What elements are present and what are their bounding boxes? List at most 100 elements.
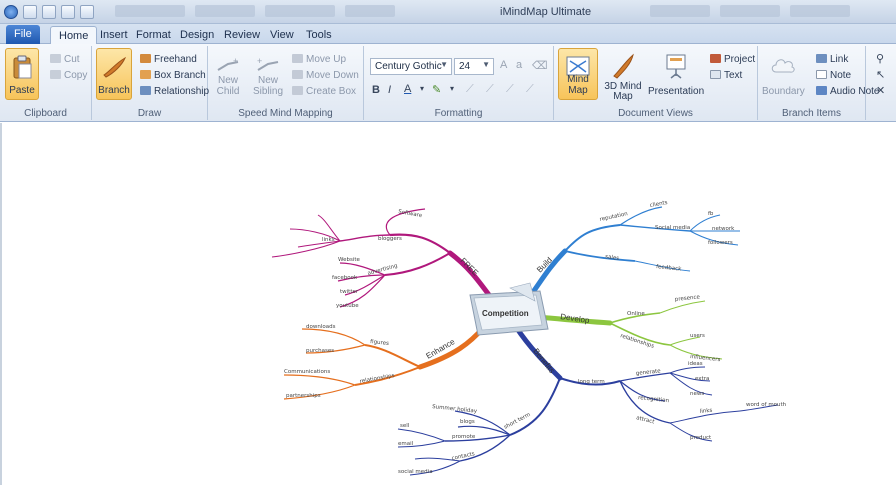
- select-icon[interactable]: ↖: [876, 68, 885, 81]
- node-fb[interactable]: fb: [708, 211, 714, 217]
- freehand-button[interactable]: Freehand: [140, 52, 197, 67]
- mind-map-drawing[interactable]: FREE Software bloggers advertising Websi…: [0, 123, 896, 485]
- tab-file[interactable]: File: [6, 25, 40, 44]
- bold-icon[interactable]: B: [372, 84, 380, 96]
- node-followers[interactable]: followers: [708, 240, 733, 246]
- node-social-media[interactable]: Social media: [655, 225, 690, 231]
- note-button[interactable]: Note: [816, 68, 851, 83]
- text-view-button[interactable]: Text: [710, 68, 742, 83]
- node-links-benefit[interactable]: links: [700, 408, 713, 415]
- font-color-icon[interactable]: A: [404, 83, 411, 95]
- node-facebook[interactable]: facebook: [332, 275, 358, 281]
- link-button[interactable]: Link: [816, 52, 848, 67]
- node-extra[interactable]: extra: [695, 376, 709, 382]
- node-news[interactable]: news: [690, 391, 704, 397]
- clear-format-icon[interactable]: ⌫: [532, 59, 548, 72]
- tab-home[interactable]: Home: [50, 26, 98, 44]
- new-sibling-button[interactable]: + New Sibling: [250, 48, 286, 100]
- presentation-button[interactable]: Presentation: [648, 48, 704, 100]
- node-downloads[interactable]: downloads: [306, 324, 336, 330]
- mind-map-3d-button[interactable]: 3D Mind Map: [602, 48, 644, 102]
- node-bloggers[interactable]: bloggers: [378, 236, 402, 242]
- tab-review[interactable]: Review: [216, 26, 268, 44]
- document-tab[interactable]: [195, 5, 255, 17]
- node-product[interactable]: product: [690, 435, 712, 441]
- node-online[interactable]: Online: [627, 311, 645, 317]
- document-tab[interactable]: [115, 5, 185, 17]
- central-idea[interactable]: Competition: [469, 282, 549, 336]
- node-network[interactable]: network: [712, 226, 735, 232]
- node-sell[interactable]: sell: [400, 423, 410, 429]
- node-purchases[interactable]: purchases: [306, 348, 334, 354]
- font-size-select[interactable]: 24 ▼: [454, 58, 494, 75]
- project-view-button[interactable]: Project: [710, 52, 755, 67]
- node-sales[interactable]: sales: [605, 254, 620, 262]
- node-short-term[interactable]: short term: [503, 412, 531, 431]
- branch-button[interactable]: Branch: [96, 48, 132, 100]
- document-tab[interactable]: [265, 5, 335, 17]
- node-relationships-enhance[interactable]: relationships: [359, 373, 395, 385]
- node-recognition[interactable]: recognition: [638, 395, 670, 404]
- tab-tools[interactable]: Tools: [298, 26, 340, 44]
- branch-style-icon[interactable]: ⟋: [466, 83, 474, 96]
- highlight-icon[interactable]: ✎: [432, 83, 441, 96]
- node-reputation[interactable]: reputation: [599, 211, 629, 223]
- node-software[interactable]: Software: [398, 209, 424, 219]
- move-down-button[interactable]: Move Down: [292, 68, 359, 83]
- node-links[interactable]: links: [322, 237, 335, 243]
- branch-shape-icon[interactable]: ⟋: [526, 83, 534, 96]
- branch-build[interactable]: Build reputation clients Social media fb…: [525, 200, 740, 302]
- document-tab[interactable]: [650, 5, 710, 17]
- save-icon[interactable]: [42, 5, 56, 19]
- branch-free[interactable]: FREE Software bloggers advertising Websi…: [271, 208, 495, 309]
- shrink-font-icon[interactable]: a: [516, 59, 522, 71]
- move-up-button[interactable]: Move Up: [292, 52, 346, 67]
- branch-develop[interactable]: Develop Online presence relationships us…: [535, 294, 723, 363]
- node-word-of-mouth[interactable]: word of mouth: [746, 402, 787, 408]
- branch-label-benefits[interactable]: Benefits: [531, 347, 556, 375]
- document-tab[interactable]: [345, 5, 395, 17]
- mind-map-view-button[interactable]: Mind Map: [558, 48, 598, 100]
- branch-label-develop[interactable]: Develop: [560, 312, 591, 325]
- node-users[interactable]: users: [690, 333, 705, 339]
- delete-icon[interactable]: ✕: [876, 84, 885, 97]
- node-blogs[interactable]: blogs: [460, 419, 475, 425]
- undo-icon[interactable]: [61, 5, 75, 19]
- branch-thickness-icon[interactable]: ⟋: [486, 83, 494, 96]
- branch-enhance[interactable]: Enhance figures downloads purchases rela…: [283, 324, 487, 400]
- node-email[interactable]: email: [398, 441, 414, 447]
- app-menu-icon[interactable]: [4, 5, 18, 19]
- node-promote[interactable]: promote: [452, 434, 476, 440]
- node-feedback[interactable]: feedback: [656, 264, 683, 273]
- new-document-icon[interactable]: [23, 5, 37, 19]
- node-presence[interactable]: presence: [675, 294, 701, 303]
- node-summer-holiday[interactable]: Summer holiday: [432, 404, 478, 415]
- node-social-media-2[interactable]: social media: [398, 469, 433, 475]
- node-long-term[interactable]: long term: [578, 379, 605, 385]
- grow-font-icon[interactable]: A: [500, 59, 507, 71]
- node-communications[interactable]: Communications: [284, 369, 330, 375]
- boundary-button[interactable]: Boundary: [762, 48, 805, 100]
- chevron-down-icon[interactable]: ▾: [420, 84, 424, 93]
- font-family-select[interactable]: Century Gothic ▼: [370, 58, 452, 75]
- document-tab[interactable]: [790, 5, 850, 17]
- cut-button[interactable]: Cut: [50, 52, 80, 67]
- new-child-button[interactable]: + New Child: [212, 48, 244, 100]
- italic-icon[interactable]: I: [388, 84, 391, 96]
- tab-view[interactable]: View: [262, 26, 302, 44]
- tab-design[interactable]: Design: [172, 26, 222, 44]
- node-youtube[interactable]: youtube: [336, 303, 359, 309]
- mind-map-canvas[interactable]: FREE Software bloggers advertising Websi…: [0, 123, 896, 485]
- chevron-down-icon[interactable]: ▾: [450, 84, 454, 93]
- find-icon[interactable]: ⚲: [876, 52, 884, 65]
- copy-button[interactable]: Copy: [50, 68, 87, 83]
- document-tab[interactable]: [720, 5, 780, 17]
- node-website[interactable]: Website: [338, 257, 361, 263]
- branch-color-icon[interactable]: ⟋: [506, 83, 514, 96]
- node-partnerships[interactable]: partnerships: [286, 393, 321, 399]
- redo-icon[interactable]: [80, 5, 94, 19]
- node-ideas[interactable]: ideas: [688, 361, 703, 367]
- box-branch-button[interactable]: Box Branch: [140, 68, 206, 83]
- paste-button[interactable]: Paste: [5, 48, 39, 100]
- central-idea-label[interactable]: Competition: [482, 309, 529, 318]
